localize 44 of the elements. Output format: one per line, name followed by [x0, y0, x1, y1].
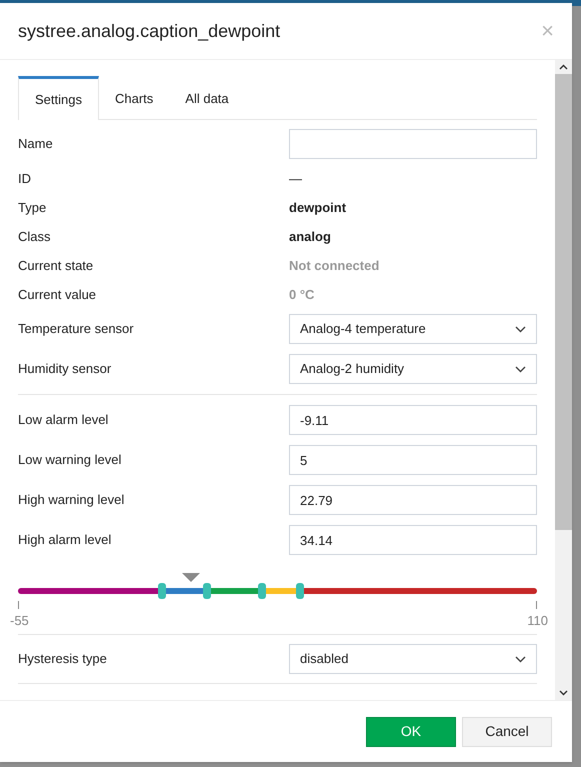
scroll-up-icon[interactable]: [559, 64, 568, 70]
field-value: —: [289, 170, 303, 188]
field-label: Low warning level: [18, 451, 122, 470]
slider-handle[interactable]: [258, 583, 266, 599]
field-value: Not connected: [289, 256, 380, 275]
input-field[interactable]: 22.79: [289, 485, 537, 515]
field-value: 0 °C: [289, 286, 316, 304]
scale-max-label: 110: [527, 612, 548, 630]
chevron-down-icon: [515, 366, 526, 372]
input-field[interactable]: 34.14: [289, 525, 537, 555]
field-label: Temperature sensor: [18, 320, 134, 338]
chevron-down-icon: [515, 656, 526, 662]
input-field[interactable]: -9.11: [289, 405, 537, 435]
field-label: Humidity sensor: [18, 360, 112, 378]
field-label: Hysteresis type: [18, 650, 107, 668]
scrollbar[interactable]: [555, 60, 572, 700]
dialog-title: systree.analog.caption_dewpoint: [18, 20, 280, 43]
field-label: Current value: [18, 286, 96, 304]
field-label: ID: [18, 170, 31, 188]
slider-handle[interactable]: [202, 583, 211, 599]
dropdown[interactable]: Analog-4 temperature: [289, 314, 537, 344]
field-label: Low alarm level: [18, 411, 108, 430]
slider-handle[interactable]: [158, 583, 166, 599]
field-value: dewpoint: [289, 198, 348, 217]
tab[interactable]: Settings: [18, 76, 99, 120]
tab[interactable]: Charts: [98, 76, 170, 119]
scale-min-label: -55: [10, 612, 29, 630]
tab[interactable]: All data: [169, 76, 245, 119]
dropdown[interactable]: disabled: [289, 644, 537, 674]
input-field[interactable]: 5: [289, 445, 537, 475]
dropdown[interactable]: Analog-2 humidity: [289, 354, 537, 384]
field-value: analog: [289, 228, 332, 246]
field-label: Name: [18, 135, 53, 154]
cancel-button[interactable]: Cancel: [462, 716, 552, 746]
field-label: High alarm level: [18, 531, 112, 550]
slider-handle[interactable]: [296, 583, 304, 599]
field-label: Type: [18, 198, 46, 217]
field-label: Class: [18, 228, 51, 246]
scrollbar-thumb[interactable]: [555, 74, 572, 530]
field-label: High warning level: [18, 491, 124, 510]
scroll-down-icon[interactable]: [559, 690, 568, 696]
chevron-down-icon: [515, 326, 526, 332]
input-field[interactable]: [289, 129, 537, 159]
field-label: Current state: [18, 256, 94, 275]
